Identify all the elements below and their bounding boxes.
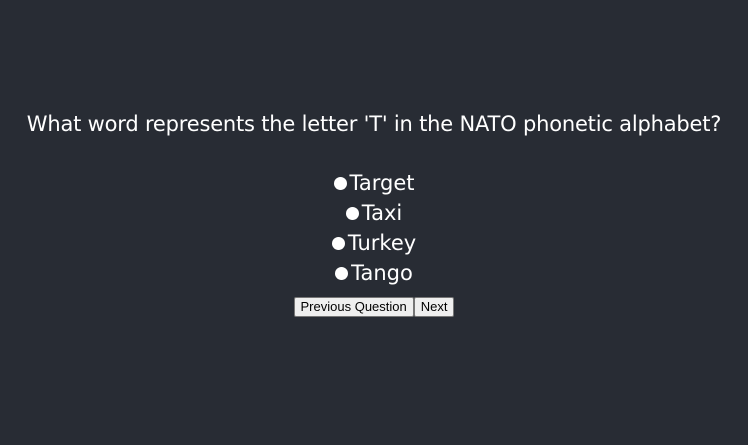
question-text: What word represents the letter 'T' in t… [26,112,722,136]
option-label[interactable]: Taxi [362,198,402,228]
quiz-container: What word represents the letter 'T' in t… [0,0,748,445]
navigation-buttons: Previous Question Next [0,297,748,317]
radio-button[interactable] [335,266,349,280]
previous-question-button[interactable]: Previous Question [293,297,414,317]
radio-button[interactable] [331,236,345,250]
option-label[interactable]: Turkey [348,228,416,258]
option-label[interactable]: Target [350,168,415,198]
answer-options: Target Taxi Turkey Tango [0,168,748,288]
next-button[interactable]: Next [413,297,455,317]
option-taxi[interactable]: Taxi [0,198,748,228]
option-tango[interactable]: Tango [0,258,748,288]
option-label[interactable]: Tango [351,258,413,288]
radio-button[interactable] [345,206,359,220]
option-turkey[interactable]: Turkey [0,228,748,258]
radio-button[interactable] [333,176,347,190]
option-target[interactable]: Target [0,168,748,198]
